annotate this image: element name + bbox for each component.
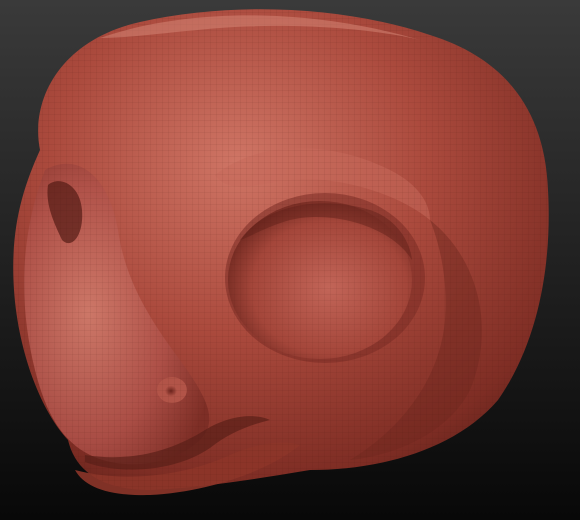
sculpt-canvas[interactable] — [0, 0, 580, 520]
sculpt-viewport[interactable] — [0, 0, 580, 520]
